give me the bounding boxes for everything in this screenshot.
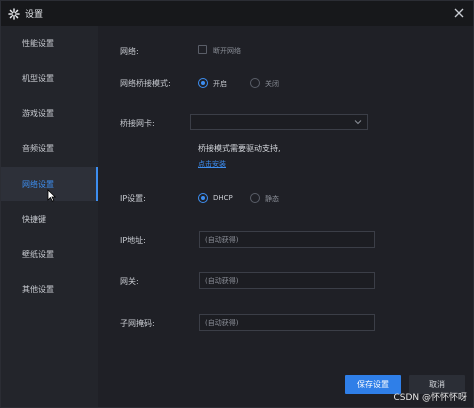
mouse-cursor-icon: [47, 189, 56, 202]
ip-static-label: 静态: [265, 195, 279, 203]
sidebar-item-wallpaper[interactable]: 壁纸设置: [1, 237, 98, 271]
sidebar-item-label: 其他设置: [22, 284, 54, 294]
bridge-mode-off-label: 关闭: [265, 80, 279, 88]
ip-address-label: IP地址:: [120, 236, 146, 245]
bridge-mode-on-label: 开启: [213, 80, 227, 88]
close-icon[interactable]: [453, 7, 465, 19]
title-bar: 设置: [1, 1, 473, 26]
bridge-mode-off-radio[interactable]: [250, 78, 260, 88]
ip-address-value: (自动获得): [205, 235, 239, 244]
ip-dhcp-label: DHCP: [213, 194, 233, 202]
network-label: 网络:: [120, 47, 139, 56]
bridge-mode-label: 网络桥接模式:: [120, 79, 171, 88]
sidebar-item-shortcuts[interactable]: 快捷键: [1, 202, 98, 236]
ip-address-field[interactable]: (自动获得): [199, 231, 375, 248]
disconnect-network-label: 断开网络: [213, 47, 241, 55]
bridge-mode-on-radio[interactable]: [198, 78, 208, 88]
sidebar-item-performance[interactable]: 性能设置: [1, 26, 98, 60]
disconnect-network-checkbox[interactable]: [198, 45, 207, 54]
gateway-field[interactable]: (自动获得): [199, 272, 375, 289]
sidebar-item-label: 音频设置: [22, 143, 54, 153]
gateway-label: 网关:: [120, 277, 139, 286]
settings-window: 设置 性能设置 机型设置 游戏设置 音频设置 网络设置 快捷键 壁纸设置 其他设…: [0, 0, 474, 408]
sidebar-item-label: 壁纸设置: [22, 249, 54, 259]
window-title: 设置: [25, 10, 44, 20]
ip-dhcp-radio[interactable]: [198, 193, 208, 203]
sidebar-item-label: 快捷键: [22, 214, 46, 224]
install-driver-link[interactable]: 点击安装: [198, 159, 226, 169]
ip-settings-label: IP设置:: [120, 194, 146, 203]
driver-required-note: 桥接模式需要驱动支持,: [198, 144, 281, 153]
settings-sidebar: 性能设置 机型设置 游戏设置 音频设置 网络设置 快捷键 壁纸设置 其他设置: [1, 26, 98, 407]
gateway-value: (自动获得): [205, 276, 239, 285]
sidebar-item-label: 机型设置: [22, 73, 54, 83]
sidebar-item-game[interactable]: 游戏设置: [1, 96, 98, 130]
gear-icon: [8, 7, 20, 20]
sidebar-item-other[interactable]: 其他设置: [1, 272, 98, 306]
ip-static-radio[interactable]: [250, 193, 260, 203]
chevron-down-icon: [354, 120, 362, 125]
bridge-nic-label: 桥接网卡:: [120, 119, 155, 128]
sidebar-item-device-model[interactable]: 机型设置: [1, 61, 98, 95]
bridge-nic-select[interactable]: [190, 114, 368, 130]
network-settings-panel: 网络: 断开网络 网络桥接模式: 开启 关闭 桥接网卡: 桥接模式需要驱动支持,…: [98, 26, 473, 366]
sidebar-item-label: 网络设置: [22, 179, 54, 189]
csdn-watermark: CSDN @怀怀怀呀: [393, 393, 467, 403]
sidebar-item-label: 游戏设置: [22, 108, 54, 118]
subnet-mask-label: 子网掩码:: [120, 319, 155, 328]
subnet-mask-value: (自动获得): [205, 318, 239, 327]
sidebar-item-label: 性能设置: [22, 38, 54, 48]
sidebar-item-audio[interactable]: 音频设置: [1, 131, 98, 165]
subnet-mask-field[interactable]: (自动获得): [199, 314, 375, 331]
